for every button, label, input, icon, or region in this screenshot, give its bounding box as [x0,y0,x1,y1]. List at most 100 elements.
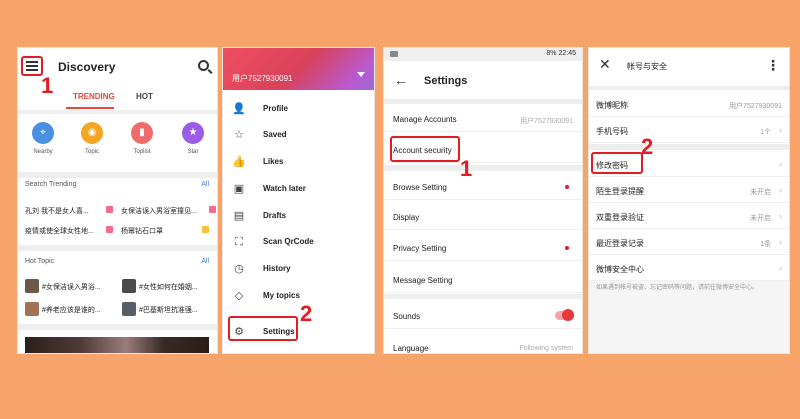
more-icon[interactable]: ⋮ [766,57,780,74]
settings-row-manage-accounts[interactable]: Manage Accounts 用户7527930091 [384,106,582,132]
menu-item-label: My topics [263,291,300,300]
chevron-right-icon: › [779,237,782,247]
chevron-right-icon: › [779,125,782,135]
row-label: 陌生登录提醒 [596,187,644,196]
menu-item-drafts[interactable]: ▤ Drafts [223,203,374,229]
menu-item-profile[interactable]: 👤 Profile [223,96,374,122]
hot-topic-all-link[interactable]: All [201,258,209,265]
shortcut-label: Topic [84,149,99,155]
account-row-phone[interactable]: 手机号码 1个 › [589,117,789,143]
menu-item-label: Likes [263,157,284,166]
account-row-login-alert[interactable]: 陌生登录提醒 未开启 › [589,177,789,203]
status-text: 8% 22:45 [546,50,576,57]
topic-item[interactable]: #养老应该是谁的... [42,305,117,315]
row-value: 1个 [760,129,771,136]
topic-item[interactable]: #女保洁误入男浴... [42,282,117,292]
chevron-right-icon: › [779,159,782,169]
row-label: Message Setting [393,276,453,285]
topic-item[interactable]: #巴基斯坦抗准强... [139,305,214,315]
menu-item-history[interactable]: ◷ History [223,256,374,282]
page-title: Settings [424,75,468,87]
settings-row-sounds[interactable]: Sounds [384,303,582,329]
profile-header[interactable]: 用户7527930091 [223,48,374,90]
person-icon: 👤 [232,103,246,115]
side-menu-screen: 用户7527930091 👤 Profile ☆ Saved 👍 Likes ▣… [222,47,375,354]
menu-item-label: Drafts [263,211,287,220]
status-bar: 8% 22:45 [384,48,582,61]
location-icon: ⌖ [32,122,54,144]
divider [384,99,582,104]
chevron-right-icon: › [779,211,782,221]
row-label: Privacy Setting [393,244,447,253]
menu-item-saved[interactable]: ☆ Saved [223,122,374,148]
section-title: Hot Topic [25,258,55,265]
tab-trending[interactable]: TRENDING [73,92,115,101]
row-value: 1条 [760,241,771,248]
tab-hot[interactable]: HOT [136,92,153,101]
trending-item[interactable]: 疫情或使全球女性地... [25,226,103,236]
close-icon[interactable]: ✕ [599,56,611,73]
feed-image[interactable] [25,337,209,353]
page-title: 帐号与安全 [627,62,667,71]
divider [384,294,582,299]
highlight-box [390,136,460,162]
back-arrow-icon[interactable]: ← [394,72,408,88]
shortcut-label: Toplist [133,149,151,155]
row-label: 手机号码 [596,127,628,136]
settings-row-privacy-setting[interactable]: Privacy Setting [384,235,582,261]
new-badge-icon [202,226,209,233]
menu-item-watch-later[interactable]: ▣ Watch later [223,176,374,202]
shortcut-nearby[interactable]: ⌖ Nearby [23,122,63,155]
search-trending-all-link[interactable]: All [201,181,209,188]
account-row-two-factor[interactable]: 双重登录验证 未开启 › [589,203,789,229]
tab-active-indicator [66,107,114,109]
settings-row-language[interactable]: Language Following system [384,335,582,353]
menu-item-my-topics[interactable]: ◇ My topics [223,283,374,309]
settings-screen: 8% 22:45 ← Settings Manage Accounts 用户75… [383,47,583,354]
shortcut-topic[interactable]: ◉ Topic [72,122,112,155]
watch-later-icon: ▣ [233,183,245,195]
divider [589,86,789,90]
menu-item-label: Profile [263,104,288,113]
shortcut-toplist[interactable]: ▮ Toplist [122,122,162,155]
star-icon: ★ [182,122,204,144]
account-row-security-center[interactable]: 微博安全中心 › [589,255,789,281]
settings-row-display[interactable]: Display [384,204,582,230]
menu-item-scan-qrcode[interactable]: ⛶ Scan QrCode [223,229,374,255]
scan-icon: ⛶ [235,236,243,248]
row-label: Browse Setting [393,183,447,192]
topics-icon: ◇ [234,290,244,302]
shortcut-row: ⌖ Nearby ◉ Topic ▮ Toplist ★ Star [18,122,217,172]
section-title: Search Trending [25,181,77,188]
notification-dot-icon [565,246,569,250]
step-number: 2 [641,134,654,159]
chevron-down-icon[interactable] [357,72,365,77]
row-label: 最近登录记录 [596,239,644,248]
row-value: 未开启 [750,215,771,222]
divider [18,172,217,178]
trending-item[interactable]: 孔刘 我不是女人喜... [25,206,103,216]
settings-row-message-setting[interactable]: Message Setting [384,267,582,293]
settings-row-browse-setting[interactable]: Browse Setting [384,174,582,200]
divider [18,245,217,251]
trending-item[interactable]: 女保洁误入男浴室撞见... [121,206,207,216]
security-note: 如果遇到帐号被盗、忘记密码等问题，请前往微博安全中心。 [596,285,759,291]
sounds-toggle[interactable] [555,309,574,321]
account-security-header: ✕ 帐号与安全 ⋮ [589,48,789,86]
topic-icon: ◉ [81,122,103,144]
hot-badge-icon [106,226,113,233]
topic-item[interactable]: #女性如何在婚姻... [139,282,214,292]
search-icon[interactable] [198,60,209,71]
row-label: 微博安全中心 [596,265,644,274]
shortcut-label: Star [187,149,199,155]
step-number: 2 [300,301,313,326]
shortcut-star[interactable]: ★ Star [173,122,213,155]
trending-item[interactable]: 杨幂钻石口罩 [121,226,207,236]
account-row-login-history[interactable]: 最近登录记录 1条 › [589,229,789,255]
menu-item-likes[interactable]: 👍 Likes [223,149,374,175]
highlight-box [591,152,643,174]
chevron-right-icon: › [779,263,782,273]
account-row-nickname[interactable]: 微博昵称 用户7527930091 [589,91,789,117]
step-number: 1 [41,73,54,98]
step-number: 1 [460,156,473,181]
